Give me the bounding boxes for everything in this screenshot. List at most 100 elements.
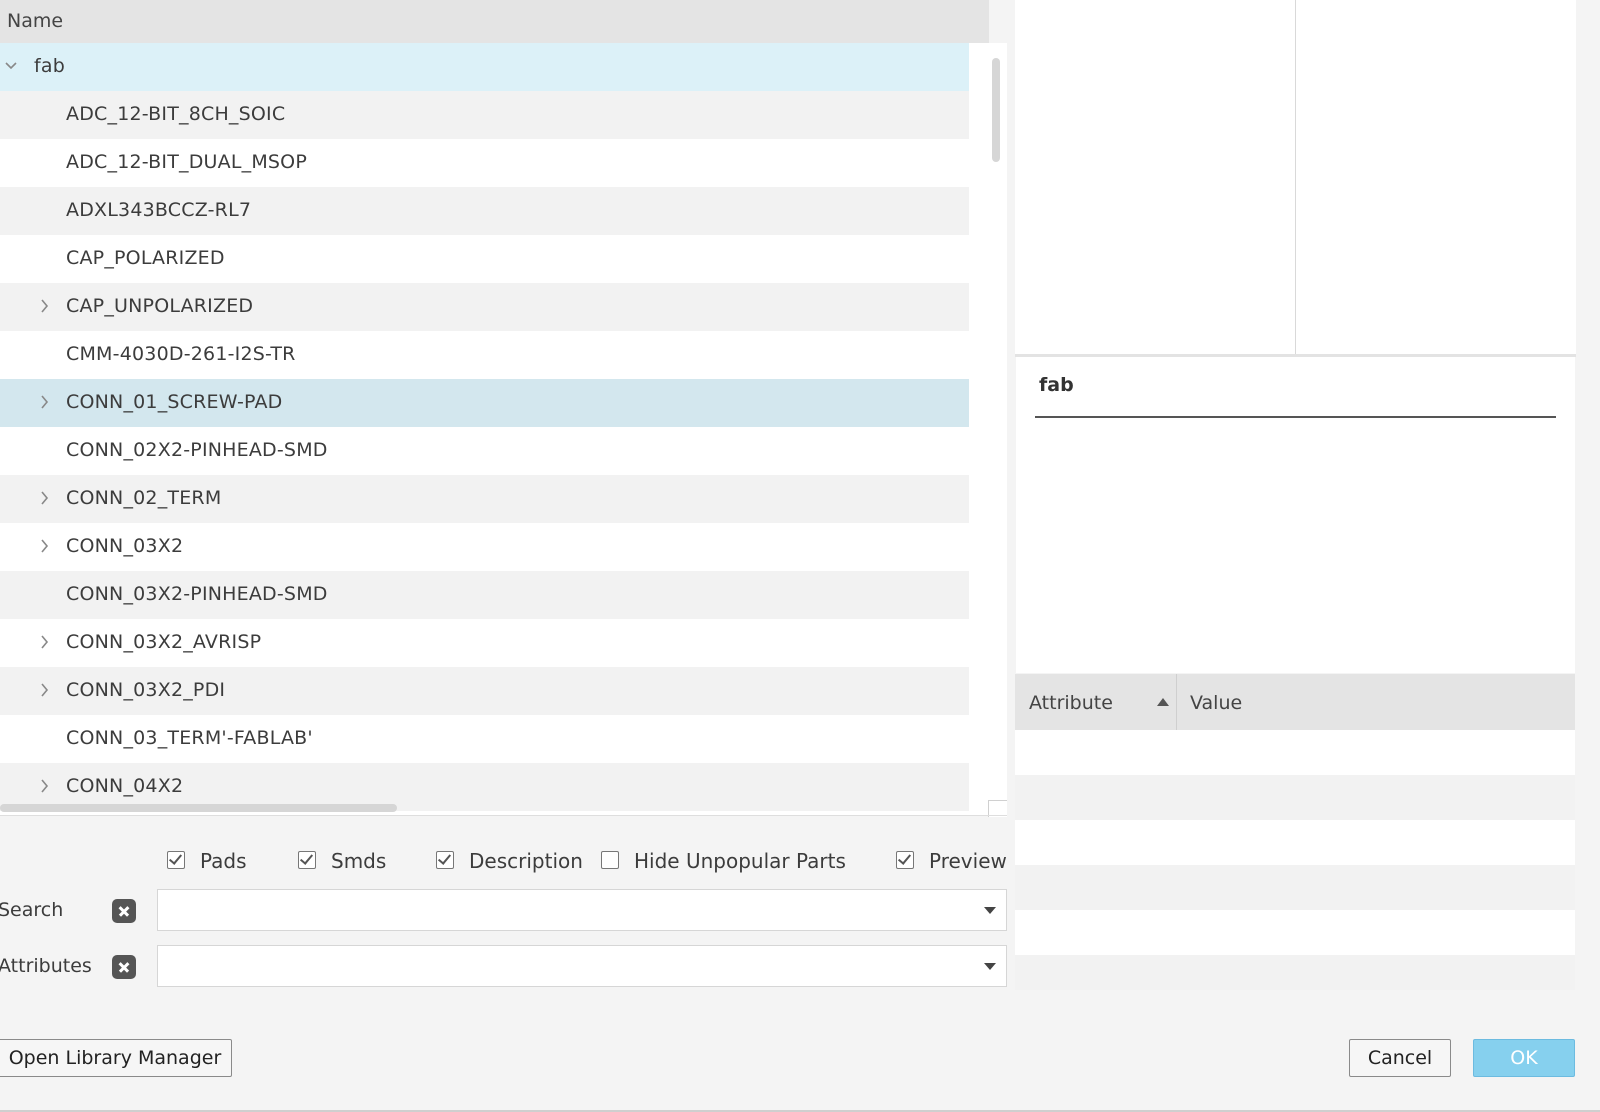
ok-button[interactable]: OK: [1473, 1039, 1575, 1077]
tree-row-label: CAP_POLARIZED: [66, 247, 225, 269]
tree-row[interactable]: CONN_03X2-PINHEAD-SMD: [0, 571, 989, 619]
attribute-row[interactable]: [1015, 730, 1575, 775]
description-label: Description: [469, 849, 583, 873]
panel-gutter: [1007, 0, 1015, 990]
attribute-row[interactable]: [1015, 865, 1575, 910]
chevron-right-icon[interactable]: [37, 296, 51, 316]
scroll-gutter: [969, 427, 989, 475]
search-combobox[interactable]: [157, 889, 1007, 931]
tree-row[interactable]: CONN_03X2_PDI: [0, 667, 989, 715]
smds-checkbox-box[interactable]: [298, 851, 316, 869]
scroll-gutter: [969, 235, 989, 283]
chevron-right-icon[interactable]: [37, 776, 51, 796]
scroll-gutter: [969, 475, 989, 523]
scroll-gutter: [969, 283, 989, 331]
chevron-down-icon[interactable]: [4, 56, 18, 76]
tree-row-label: ADC_12-BIT_DUAL_MSOP: [66, 151, 307, 173]
tree-row[interactable]: CONN_02_TERM: [0, 475, 989, 523]
scroll-gutter: [969, 43, 989, 91]
tree-root-row[interactable]: fab: [0, 43, 989, 91]
tree-row[interactable]: CAP_UNPOLARIZED: [0, 283, 989, 331]
tree-row-label: CONN_03X2_PDI: [66, 679, 226, 701]
attributes-label: Attributes: [0, 955, 92, 977]
tree-row-label: CONN_03X2_AVRISP: [66, 631, 262, 653]
scroll-gutter: [969, 763, 989, 811]
tree-row[interactable]: CAP_POLARIZED: [0, 235, 989, 283]
tree-header[interactable]: Name: [0, 0, 989, 43]
scroll-gutter: [969, 91, 989, 139]
scroll-gutter: [969, 331, 989, 379]
tree-row-label: CONN_04X2: [66, 775, 184, 797]
description-title-rule: [1035, 416, 1556, 418]
tree-row[interactable]: ADC_12-BIT_DUAL_MSOP: [0, 139, 989, 187]
pads-checkbox[interactable]: Pads: [167, 849, 257, 875]
package-preview: [1296, 0, 1576, 355]
tree-rows: fab ADC_12-BIT_8CH_SOIC ADC_12-BIT_DUAL_MS…: [0, 43, 989, 811]
attribute-column-header[interactable]: Attribute: [1029, 692, 1113, 714]
description-panel: [1016, 357, 1575, 673]
tree-row[interactable]: ADXL343BCCZ-RL7: [0, 187, 989, 235]
tree-divider: [0, 815, 1007, 816]
chevron-right-icon[interactable]: [37, 680, 51, 700]
search-dropdown-icon[interactable]: [984, 907, 996, 914]
scroll-gutter: [969, 667, 989, 715]
scroll-gutter: [969, 379, 989, 427]
scroll-gutter: [969, 187, 989, 235]
tree-row[interactable]: CMM-4030D-261-I2S-TR: [0, 331, 989, 379]
smds-label: Smds: [331, 849, 387, 873]
tree-row-label: ADC_12-BIT_8CH_SOIC: [66, 103, 286, 125]
tree-row-label: CONN_03X2-PINHEAD-SMD: [66, 583, 328, 605]
pads-checkbox-box[interactable]: [167, 851, 185, 869]
tree-row[interactable]: CONN_03X2: [0, 523, 989, 571]
chevron-right-icon[interactable]: [37, 536, 51, 556]
pads-label: Pads: [200, 849, 247, 873]
vertical-scrollbar-thumb[interactable]: [992, 58, 1000, 162]
attribute-row[interactable]: [1015, 955, 1575, 990]
clear-attributes-icon[interactable]: [112, 955, 136, 979]
tree-row-label: ADXL343BCCZ-RL7: [66, 199, 252, 221]
preview-checkbox[interactable]: Preview: [896, 849, 1007, 875]
attribute-row[interactable]: [1015, 910, 1575, 955]
tree-row-label: CONN_01_SCREW-PAD: [66, 391, 283, 413]
description-title: fab: [1039, 374, 1074, 396]
tree-row-label: CONN_02_TERM: [66, 487, 222, 509]
smds-checkbox[interactable]: Smds: [298, 849, 398, 875]
name-column-header: Name: [7, 10, 64, 32]
scroll-gutter: [969, 619, 989, 667]
chevron-right-icon[interactable]: [37, 632, 51, 652]
value-column-header[interactable]: Value: [1190, 692, 1242, 714]
open-library-manager-button[interactable]: Open Library Manager: [0, 1039, 232, 1077]
tree-row[interactable]: CONN_03_TERM'-FABLAB': [0, 715, 989, 763]
tree-row-label: CAP_UNPOLARIZED: [66, 295, 254, 317]
tree-row-label: CONN_02X2-PINHEAD-SMD: [66, 439, 328, 461]
tree-row[interactable]: CONN_02X2-PINHEAD-SMD: [0, 427, 989, 475]
tree-row-label: CMM-4030D-261-I2S-TR: [66, 343, 296, 365]
hide-unpopular-parts-checkbox[interactable]: Hide Unpopular Parts: [601, 849, 861, 875]
symbol-preview: [1015, 0, 1295, 355]
tree-row[interactable]: CONN_03X2_AVRISP: [0, 619, 989, 667]
clear-search-icon[interactable]: [112, 899, 136, 923]
attribute-row[interactable]: [1015, 820, 1575, 865]
tree-row-label: CONN_03_TERM'-FABLAB': [66, 727, 313, 749]
preview-label: Preview: [929, 849, 1007, 873]
description-checkbox[interactable]: Description: [436, 849, 586, 875]
preview-checkbox-box[interactable]: [896, 851, 914, 869]
column-separator[interactable]: [1176, 674, 1177, 730]
description-checkbox-box[interactable]: [436, 851, 454, 869]
cancel-button[interactable]: Cancel: [1349, 1039, 1451, 1077]
scroll-gutter: [969, 571, 989, 619]
hide-unpopular-label: Hide Unpopular Parts: [634, 849, 846, 873]
tree-row[interactable]: CONN_01_SCREW-PAD: [0, 379, 989, 427]
attributes-combobox[interactable]: [157, 945, 1007, 987]
scroll-gutter: [969, 139, 989, 187]
attributes-dropdown-icon[interactable]: [984, 963, 996, 970]
tree-row-label: CONN_03X2: [66, 535, 184, 557]
sort-ascending-icon[interactable]: [1157, 698, 1169, 706]
attribute-row[interactable]: [1015, 775, 1575, 820]
chevron-right-icon[interactable]: [37, 392, 51, 412]
chevron-right-icon[interactable]: [37, 488, 51, 508]
tree-row[interactable]: ADC_12-BIT_8CH_SOIC: [0, 91, 989, 139]
scroll-gutter: [969, 523, 989, 571]
horizontal-scrollbar-thumb[interactable]: [0, 804, 397, 812]
hide-unpopular-checkbox-box[interactable]: [601, 851, 619, 869]
